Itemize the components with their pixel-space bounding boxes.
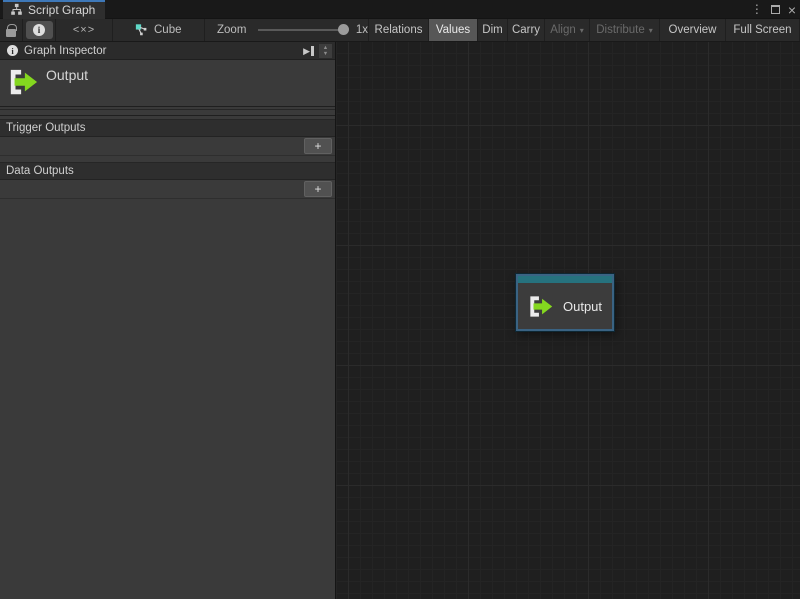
graph-inspector-panel: i Graph Inspector ▶ ▲ ▼ Output: [0, 42, 336, 599]
graph-inspector-title: Graph Inspector: [24, 45, 106, 57]
chevron-down-icon: ▾: [649, 26, 653, 35]
active-tab-highlight: [3, 0, 105, 2]
output-node[interactable]: Output: [516, 274, 614, 331]
zoom-slider[interactable]: [258, 19, 346, 41]
script-graph-asset-icon: [135, 23, 149, 37]
chevron-down-icon: ▾: [580, 26, 584, 35]
panel-scrubber[interactable]: ▲ ▼: [318, 43, 333, 59]
section-divider: [0, 109, 335, 116]
lock-button[interactable]: [0, 19, 23, 41]
code-icon: <×>: [73, 24, 95, 36]
output-node-label: Output: [563, 299, 602, 314]
dim-button[interactable]: Dim: [478, 19, 508, 41]
trigger-outputs-header: Trigger Outputs: [0, 119, 335, 137]
add-trigger-output-button[interactable]: +: [304, 138, 332, 154]
scrub-down-icon: ▼: [323, 51, 328, 57]
info-icon: i: [33, 24, 45, 36]
lock-icon: [6, 29, 16, 37]
values-button[interactable]: Values: [429, 19, 478, 41]
output-unit-icon: [8, 67, 38, 97]
graph-toolbar: i <×> Cube Zoom 1x Relations: [0, 19, 800, 42]
align-dropdown-button[interactable]: Align ▾: [545, 19, 590, 41]
relations-button[interactable]: Relations: [368, 19, 429, 41]
graph-canvas[interactable]: Output: [336, 42, 800, 599]
inspector-toggle-button[interactable]: i: [23, 19, 56, 41]
zoom-control: Zoom 1x: [205, 19, 368, 41]
graph-inspector-header: i Graph Inspector ▶ ▲ ▼: [0, 42, 335, 60]
window-menu-icon[interactable]: ⋮: [751, 0, 763, 19]
graph-hierarchy-icon: [10, 3, 23, 16]
full-screen-button[interactable]: Full Screen: [726, 19, 800, 41]
overview-button[interactable]: Overview: [660, 19, 726, 41]
selected-unit-title: Output: [46, 67, 88, 83]
close-icon[interactable]: ×: [788, 2, 796, 18]
data-outputs-header: Data Outputs: [0, 162, 335, 180]
carry-button[interactable]: Carry: [508, 19, 545, 41]
tab-script-graph[interactable]: Script Graph: [3, 0, 105, 19]
zoom-label: Zoom: [217, 24, 246, 36]
zoom-value: 1x: [356, 24, 368, 36]
zoom-slider-track: [258, 29, 346, 31]
info-icon: i: [7, 45, 18, 56]
tab-bar: Script Graph ⋮ ×: [0, 0, 800, 19]
graph-asset-button[interactable]: Cube: [113, 19, 205, 41]
add-data-output-button[interactable]: +: [304, 181, 332, 197]
selected-unit-header: Output: [0, 60, 335, 107]
output-node-title-bar: [518, 276, 612, 283]
maximize-icon[interactable]: [771, 5, 780, 14]
popout-icon[interactable]: ▶: [303, 44, 314, 58]
tab-label: Script Graph: [28, 3, 95, 17]
edit-source-button[interactable]: <×>: [56, 19, 113, 41]
toolbar-toggle-group: Relations Values Dim Carry Align ▾ Distr…: [368, 19, 800, 41]
trigger-outputs-list: +: [0, 137, 335, 156]
inspector-toggle-active-pill: i: [26, 21, 53, 39]
distribute-dropdown-button[interactable]: Distribute ▾: [590, 19, 660, 41]
output-icon: [528, 294, 553, 319]
window-controls: ⋮ ×: [751, 0, 796, 19]
zoom-slider-handle[interactable]: [338, 24, 349, 35]
script-graph-window: Script Graph ⋮ × i <×> Cube: [0, 0, 800, 599]
data-outputs-list: +: [0, 180, 335, 199]
graph-asset-name: Cube: [154, 24, 182, 36]
